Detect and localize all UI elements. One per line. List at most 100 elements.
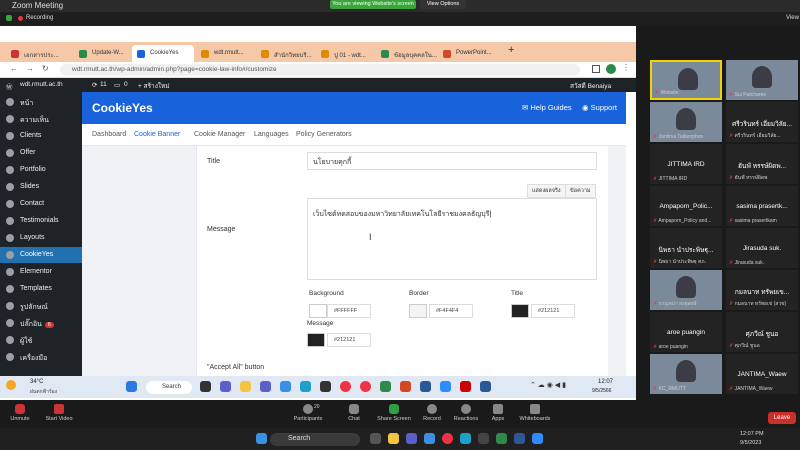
browser-tab[interactable]: Update-W... — [74, 45, 130, 62]
share-screen-button[interactable]: Share Screen — [376, 404, 412, 422]
background-color-swatch[interactable] — [309, 304, 327, 318]
title-input[interactable]: นโยบายคุกกี้ — [307, 152, 597, 170]
teams-work-icon[interactable] — [260, 381, 271, 392]
excel-icon[interactable] — [380, 381, 391, 392]
url-input[interactable]: wdt.rmutt.ac.th/wp-admin/admin.php?page=… — [60, 64, 580, 76]
participant-tile[interactable]: ✗ Jantima Taibenphon — [650, 102, 722, 142]
participant-tile[interactable]: ศรีวรินทร์ เอี่ยมวิลัย... ✗ ศรีวรินทร์ เอ… — [726, 102, 798, 142]
start-video-button[interactable]: Start Video — [42, 404, 76, 422]
word-icon[interactable] — [514, 433, 525, 444]
participant-tile[interactable]: Jirasuda suk. ✗ Jirasuda suk. — [726, 228, 798, 268]
record-button[interactable]: Record — [420, 404, 444, 422]
participant-tile[interactable]: ✗ KC_RMUTT — [650, 354, 722, 394]
comments-icon[interactable]: ▭ — [114, 81, 120, 89]
nav-policy-generators[interactable]: Policy Generators — [296, 131, 352, 138]
chrome-icon[interactable] — [442, 433, 453, 444]
nav-cookie-manager[interactable]: Cookie Manager — [194, 131, 245, 138]
sidebar-item[interactable]: CookieYes — [0, 247, 82, 263]
zoom-icon[interactable] — [532, 433, 543, 444]
view-options-button[interactable]: View Options — [420, 0, 466, 9]
taskbar-search[interactable]: Search — [270, 433, 360, 446]
title-color-input[interactable]: #212121 — [531, 304, 575, 318]
store-icon[interactable] — [478, 433, 489, 444]
participant-tile[interactable]: JITTIMA IRD ✗ JITTIMA IRD — [650, 144, 722, 184]
word-icon[interactable] — [420, 381, 431, 392]
browser-menu-icon[interactable]: ⋮ — [622, 63, 630, 72]
whiteboards-button[interactable]: Whiteboards — [516, 404, 554, 422]
teams-icon[interactable] — [406, 433, 417, 444]
taskbar-search[interactable]: Search — [146, 381, 192, 394]
participant-tile[interactable]: นิพธา นำประพิษฐุ... ✗ นิพธา นำประพิษฐุ ศภ… — [650, 228, 722, 268]
comments-count[interactable]: 0 — [124, 81, 128, 88]
chat-button[interactable]: Chat — [342, 404, 366, 422]
browser-tab[interactable]: เอกสารประ... — [6, 45, 74, 62]
sidebar-item[interactable]: Elementor — [0, 264, 82, 280]
message-color-input[interactable]: #212121 — [327, 333, 371, 347]
participant-tile[interactable]: ✗ Website — [650, 60, 722, 100]
windows-start-icon[interactable] — [256, 433, 267, 444]
new-tab-icon[interactable]: + — [508, 44, 514, 56]
task-view-icon[interactable] — [370, 433, 381, 444]
browser-tab[interactable]: ข้อมูลบุคคลใน... — [376, 45, 438, 62]
sidebar-item[interactable]: Portfolio — [0, 162, 82, 178]
participant-tile[interactable]: aroe puangin ✗ aroe puangin — [650, 312, 722, 352]
reactions-button[interactable]: Reactions — [452, 404, 480, 422]
mail-icon[interactable] — [424, 433, 435, 444]
excel-icon[interactable] — [496, 433, 507, 444]
participant-tile[interactable]: JANTIMA_Waew ✗ JANTIMA_Waew — [726, 354, 798, 394]
sidebar-item[interactable]: รูปลักษณ์ — [0, 298, 82, 314]
sidebar-item[interactable]: Offer — [0, 145, 82, 161]
nav-dashboard[interactable]: Dashboard — [92, 131, 126, 138]
message-textarea[interactable]: เว็บไซต์ทดสอบของมหาวิทยาลัยเทคโนโลยีราชม… — [307, 198, 597, 280]
view-button[interactable]: View — [786, 15, 799, 21]
sidebar-item[interactable]: ปลั๊กอิน 6 — [0, 315, 82, 331]
leave-button[interactable]: Leave — [768, 412, 796, 424]
sidebar-item[interactable]: Slides — [0, 179, 82, 195]
participant-tile[interactable]: sasima prasertk... ✗ sasima prasertkam — [726, 186, 798, 226]
nav-cookie-banner[interactable]: Cookie Banner — [134, 131, 180, 138]
forward-icon[interactable]: → — [26, 64, 34, 73]
nav-languages[interactable]: Languages — [254, 131, 289, 138]
participant-tile[interactable]: ✗ กาญจนา ผงยุพงษ์ — [650, 270, 722, 310]
updates-count[interactable]: 11 — [100, 81, 107, 88]
file-explorer-icon[interactable] — [388, 433, 399, 444]
site-name-link[interactable]: wdt.rmutt.ac.th — [20, 81, 63, 88]
message-color-swatch[interactable] — [307, 333, 325, 347]
participant-tile[interactable]: Ampaporn_Polic... ✗ Ampaporn_Policy and..… — [650, 186, 722, 226]
windows-start-icon[interactable] — [126, 381, 137, 392]
zoom-icon[interactable] — [440, 381, 451, 392]
new-content-link[interactable]: + สร้างใหม่ — [138, 81, 170, 91]
security-shield-icon[interactable] — [6, 15, 12, 21]
teams-icon[interactable] — [220, 381, 231, 392]
sidebar-item[interactable]: ความเห็น — [0, 111, 82, 127]
browser-tab[interactable]: ปู 01 - wdt... — [316, 45, 376, 62]
profile-avatar[interactable] — [606, 64, 616, 74]
wordpress-logo-icon[interactable]: Ⓦ — [6, 81, 13, 91]
support-link[interactable]: ◉ Support — [582, 103, 617, 112]
edge-icon[interactable] — [460, 433, 471, 444]
border-color-swatch[interactable] — [409, 304, 427, 318]
chrome-icon[interactable] — [340, 381, 351, 392]
editor-visual-tab[interactable]: แสดงผลจริง — [527, 184, 566, 198]
sidebar-toggle-icon[interactable] — [592, 65, 600, 73]
title-color-swatch[interactable] — [511, 304, 529, 318]
browser-tab[interactable]: สำนักวิทยบริ... — [256, 45, 316, 62]
reload-icon[interactable]: ↻ — [42, 64, 49, 73]
file-explorer-icon[interactable] — [240, 381, 251, 392]
mail-icon[interactable] — [280, 381, 291, 392]
participants-button[interactable]: Participants 20 — [290, 404, 326, 422]
chrome-profile-icon[interactable] — [360, 381, 371, 392]
weather-icon[interactable] — [6, 380, 16, 390]
back-icon[interactable]: ← — [10, 64, 18, 73]
help-guides-link[interactable]: ✉ Help Guides — [522, 103, 572, 112]
sidebar-item[interactable]: ผู้ใช้ — [0, 332, 82, 348]
sidebar-item[interactable]: หน้า — [0, 94, 82, 110]
user-greeting[interactable]: สวัสดี Benaiya — [570, 81, 611, 91]
task-view-icon[interactable] — [200, 381, 211, 392]
sidebar-item[interactable]: Contact — [0, 196, 82, 212]
outlook-icon[interactable] — [480, 381, 491, 392]
store-icon[interactable] — [320, 381, 331, 392]
participant-tile[interactable]: กมลนาท ทรัพยเข... ✗ กมลนาท ทรัพยเข่ (สวช) — [726, 270, 798, 310]
sidebar-item[interactable]: เครื่องมือ — [0, 349, 82, 365]
browser-tab[interactable]: wdt.rmutt... — [196, 45, 256, 62]
